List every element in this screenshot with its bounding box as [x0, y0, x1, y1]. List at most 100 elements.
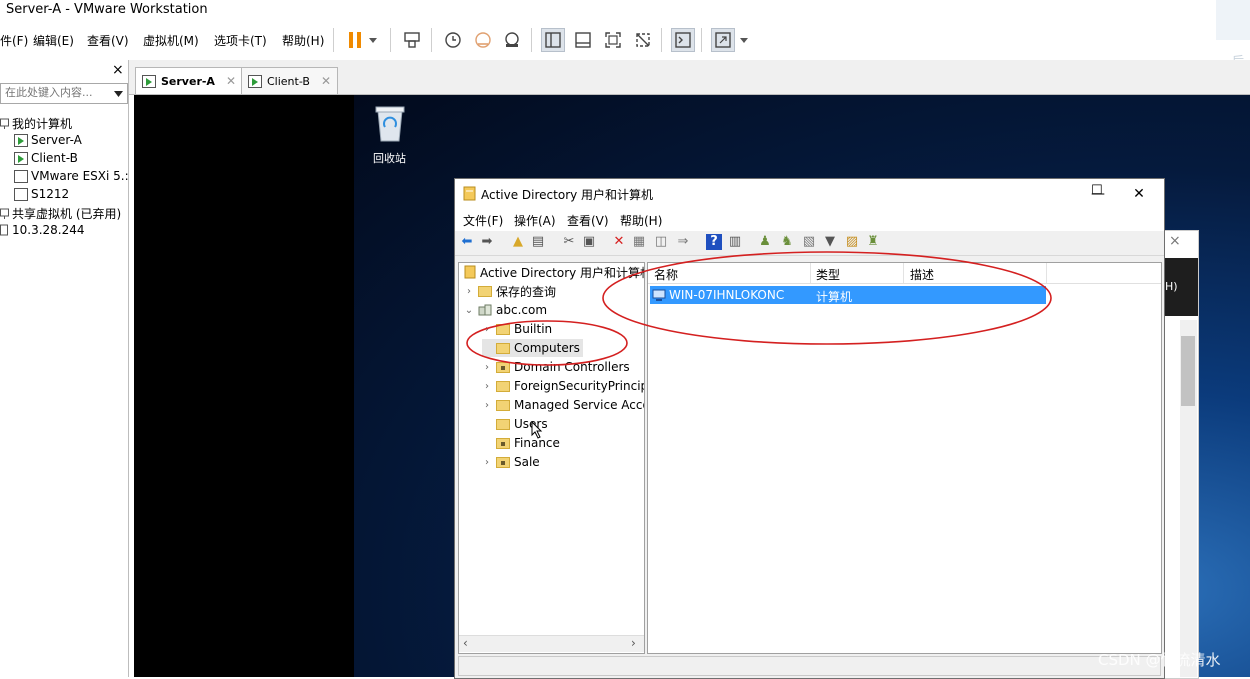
menu-vm[interactable]: 虚拟机(M): [143, 32, 199, 49]
ad-menubar: 文件(F) 操作(A) 查看(V) 帮助(H): [455, 209, 1164, 231]
tree-item-foreign-security-principals[interactable]: › ForeignSecurityPrincipa: [482, 377, 644, 395]
library-item-remote-host[interactable]: 10.3.28.244: [0, 223, 85, 237]
tree-item-root[interactable]: Active Directory 用户和计算机: [464, 263, 644, 281]
recycle-bin-icon[interactable]: [372, 103, 408, 143]
library-item-s1212[interactable]: S1212: [14, 187, 69, 201]
close-icon[interactable]: ✕: [226, 74, 236, 88]
chevron-down-icon[interactable]: ⌄: [464, 305, 474, 316]
library-item-label: S1212: [31, 187, 70, 201]
new-user-icon[interactable]: ♟: [757, 234, 773, 250]
tab-client-b[interactable]: Client-B ✕: [241, 67, 339, 94]
chevron-right-icon[interactable]: ›: [482, 381, 492, 392]
maximize-button[interactable]: ☐: [1091, 183, 1103, 198]
dropdown-icon[interactable]: [366, 28, 380, 52]
ad-menu-action[interactable]: 操作(A): [514, 212, 556, 229]
console-icon[interactable]: [671, 28, 695, 52]
new-ou-icon[interactable]: ▧: [801, 234, 817, 250]
cut-icon[interactable]: ✂: [561, 234, 577, 250]
tree-item-finance[interactable]: Finance: [482, 434, 560, 452]
ad-menu-view[interactable]: 查看(V): [567, 212, 609, 229]
background-window-corner[interactable]: [1216, 0, 1250, 40]
menu-tabs[interactable]: 选项卡(T): [214, 32, 267, 49]
chevron-right-icon[interactable]: ›: [482, 457, 492, 468]
tree-item-managed-service-accounts[interactable]: › Managed Service Acco: [482, 396, 644, 414]
send-ctrl-alt-del-icon[interactable]: [400, 28, 424, 52]
snapshot-icon[interactable]: [441, 28, 465, 52]
list-header: 名称 类型 描述: [648, 263, 1161, 284]
pause-icon[interactable]: [343, 28, 367, 52]
find-icon[interactable]: ▨: [844, 234, 860, 250]
menu-view[interactable]: 查看(V): [87, 32, 129, 49]
row-name: WIN-07IHNLOKONC: [669, 288, 785, 302]
tree-item-label: Sale: [514, 455, 540, 469]
copy-icon[interactable]: ▣: [581, 234, 597, 250]
window-title: Server-A - VMware Workstation: [6, 2, 208, 17]
column-divider[interactable]: [810, 263, 811, 283]
unity-icon[interactable]: [631, 28, 655, 52]
ad-icon: [464, 265, 476, 279]
scroll-left-icon[interactable]: ‹: [463, 636, 468, 650]
dropdown-icon[interactable]: [737, 28, 751, 52]
menu-edit[interactable]: 编辑(E): [33, 32, 74, 49]
menu-help[interactable]: 帮助(H): [282, 32, 324, 49]
library-search[interactable]: [0, 83, 128, 104]
tree-item-domain[interactable]: ⌄ abc.com: [464, 301, 547, 319]
properties-icon[interactable]: ▦: [631, 234, 647, 250]
filter-icon[interactable]: ▼: [822, 234, 838, 250]
library-close-button[interactable]: ×: [112, 62, 124, 78]
tree-item-sale[interactable]: › Sale: [482, 453, 540, 471]
tree-item-builtin[interactable]: › Builtin: [482, 320, 552, 338]
chevron-right-icon[interactable]: ›: [482, 400, 492, 411]
up-folder-icon[interactable]: ▲: [510, 234, 526, 250]
chevron-right-icon[interactable]: ›: [464, 286, 474, 297]
ad-menu-file[interactable]: 文件(F): [463, 212, 503, 229]
column-header-name[interactable]: 名称: [654, 266, 678, 283]
back-arrow-icon[interactable]: ⬅: [459, 234, 475, 250]
tree-horizontal-scrollbar[interactable]: ‹ ›: [459, 635, 644, 652]
column-header-type[interactable]: 类型: [816, 266, 840, 283]
export-list-icon[interactable]: ⇒: [675, 234, 691, 250]
close-button[interactable]: ✕: [1124, 183, 1154, 205]
library-view-icon[interactable]: [541, 28, 565, 52]
list-row-computer[interactable]: WIN-07IHNLOKONC 计算机: [650, 286, 1046, 304]
ou-icon: [496, 437, 510, 449]
show-console-tree-icon[interactable]: ▤: [530, 234, 546, 250]
library-item-shared-vms[interactable]: 共享虚拟机 (已弃用): [0, 205, 121, 222]
library-item-client-b[interactable]: Client-B: [14, 151, 78, 165]
thumbnail-bar-icon[interactable]: [571, 28, 595, 52]
tree-item-saved-queries[interactable]: › 保存的查询: [464, 282, 556, 300]
new-group-icon[interactable]: ♞: [779, 234, 795, 250]
delete-icon[interactable]: ✕: [611, 234, 627, 250]
refresh-icon[interactable]: ◫: [653, 234, 669, 250]
scroll-right-icon[interactable]: ›: [631, 636, 636, 650]
ad-menu-help[interactable]: 帮助(H): [620, 212, 662, 229]
view-stretch-icon[interactable]: [711, 28, 735, 52]
fullscreen-icon[interactable]: [601, 28, 625, 52]
library-search-input[interactable]: [1, 84, 109, 101]
add-to-group-icon[interactable]: ♜: [865, 234, 881, 250]
library-item-server-a[interactable]: Server-A: [14, 133, 82, 147]
close-icon[interactable]: ✕: [321, 74, 331, 88]
library-item-my-computer[interactable]: 我的计算机: [0, 115, 72, 132]
column-header-description[interactable]: 描述: [910, 266, 934, 283]
chevron-right-icon[interactable]: ›: [482, 324, 492, 335]
ad-users-computers-window[interactable]: Active Directory 用户和计算机 — ✕ ☐ 文件(F) 操作(A…: [454, 178, 1165, 679]
scrollbar-thumb[interactable]: [1181, 336, 1195, 406]
library-item-esxi[interactable]: VMware ESXi 5.:: [14, 169, 129, 183]
ad-title-bar[interactable]: Active Directory 用户和计算机 — ✕: [455, 179, 1164, 209]
revert-snapshot-icon[interactable]: [471, 28, 495, 52]
column-divider[interactable]: [1046, 263, 1047, 283]
tab-server-a[interactable]: Server-A ✕: [135, 67, 244, 94]
menu-file[interactable]: 件(F): [0, 32, 28, 49]
chevron-right-icon[interactable]: ›: [482, 362, 492, 373]
column-divider[interactable]: [903, 263, 904, 283]
help-icon[interactable]: ?: [706, 234, 722, 250]
background-window-close[interactable]: ×: [1169, 233, 1181, 249]
tree-item-domain-controllers[interactable]: › Domain Controllers: [482, 358, 630, 376]
chevron-down-icon[interactable]: [114, 91, 123, 97]
snapshot-manager-icon[interactable]: [500, 28, 524, 52]
mmc-icon[interactable]: ▥: [727, 234, 743, 250]
tree-item-computers[interactable]: Computers: [482, 339, 583, 357]
forward-arrow-icon[interactable]: ➡: [479, 234, 495, 250]
folder-icon: [496, 399, 510, 411]
